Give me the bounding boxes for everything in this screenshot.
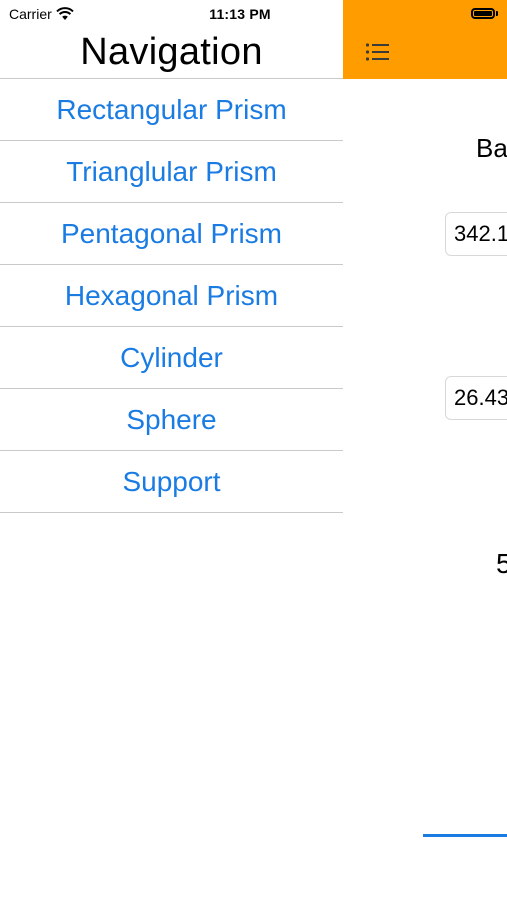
nav-item-triangular-prism[interactable]: Trianglular Prism xyxy=(0,141,343,203)
nav-item-sphere[interactable]: Sphere xyxy=(0,389,343,451)
blue-underline xyxy=(423,834,507,837)
nav-item-pentagonal-prism[interactable]: Pentagonal Prism xyxy=(0,203,343,265)
drawer-title: Navigation xyxy=(80,31,263,73)
nav-item-hexagonal-prism[interactable]: Hexagonal Prism xyxy=(0,265,343,327)
nav-list: Rectangular Prism Trianglular Prism Pent… xyxy=(0,78,343,513)
second-value-input[interactable] xyxy=(445,376,507,420)
wifi-icon xyxy=(56,7,74,21)
main-content: Ba 5 xyxy=(343,0,507,900)
list-menu-icon[interactable] xyxy=(365,41,391,63)
status-bar: Carrier 11:13 PM xyxy=(0,0,343,28)
status-time: 11:13 PM xyxy=(209,6,271,22)
header-bar xyxy=(343,0,507,79)
nav-item-support[interactable]: Support xyxy=(0,451,343,513)
result-text-partial: 5 xyxy=(496,548,507,579)
navigation-drawer: Carrier 11:13 PM Navigation Rectangular … xyxy=(0,0,343,900)
nav-item-cylinder[interactable]: Cylinder xyxy=(0,327,343,389)
nav-item-rectangular-prism[interactable]: Rectangular Prism xyxy=(0,79,343,141)
battery-icon xyxy=(471,8,495,19)
field-label-partial: Ba xyxy=(476,133,507,163)
battery-tip xyxy=(496,11,498,16)
carrier-indicator: Carrier xyxy=(9,5,74,23)
carrier-label: Carrier xyxy=(9,6,52,22)
first-value-input[interactable] xyxy=(445,212,507,256)
